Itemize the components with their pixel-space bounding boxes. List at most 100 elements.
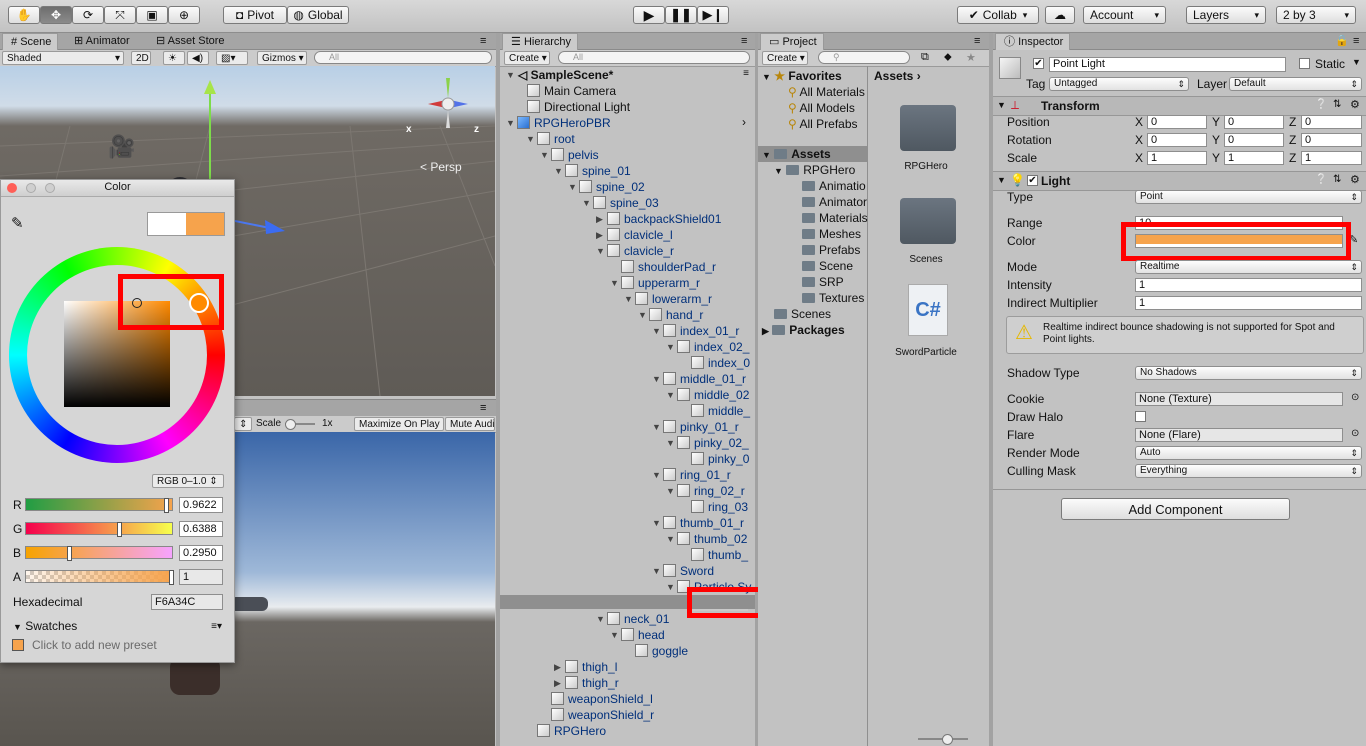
axis-y-label[interactable]: Y (1212, 151, 1220, 165)
triangle-down-icon[interactable]: ▼ (652, 323, 661, 339)
add-preset-swatch[interactable] (12, 639, 24, 651)
z-arrow-icon[interactable] (265, 220, 285, 234)
g-slider[interactable] (25, 522, 173, 537)
favorite-star-icon[interactable]: ★ (966, 51, 976, 64)
g-value-field[interactable]: 0.6388 (179, 521, 223, 537)
folder-large-icon[interactable] (900, 198, 956, 244)
scale-slider-thumb[interactable] (285, 419, 296, 430)
hierarchy-item[interactable]: ▼ pinky_01_r (652, 419, 739, 435)
triangle-down-icon[interactable]: ▼ (582, 195, 591, 211)
hierarchy-item[interactable]: ▶ thigh_r (554, 675, 619, 691)
layers-dropdown[interactable]: Layers (1186, 6, 1266, 24)
cookie-field[interactable]: None (Texture) (1135, 392, 1343, 406)
hierarchy-item[interactable]: pinky_0 (691, 451, 749, 467)
hierarchy-item[interactable]: ▶ backpackShield01 (596, 211, 721, 227)
triangle-down-icon[interactable]: ▼ (568, 179, 577, 195)
grid-item-rpghero[interactable]: RPGHero (873, 161, 979, 172)
b-slider[interactable] (25, 546, 173, 561)
transform-y-field[interactable]: 0 (1224, 133, 1284, 147)
a-slider-thumb[interactable] (169, 570, 174, 585)
hierarchy-item[interactable]: ▼ pinky_02_ (666, 435, 749, 451)
project-menu-icon[interactable]: ≡ (966, 33, 986, 49)
hierarchy-item[interactable]: ▼ thumb_01_r (652, 515, 744, 531)
favorites-header[interactable]: ▼ ★ Favorites (762, 68, 842, 84)
project-splitter[interactable] (867, 66, 868, 746)
triangle-down-icon[interactable]: ▼ (666, 339, 675, 355)
collab-dropdown[interactable]: ✔ Collab (957, 6, 1039, 24)
triangle-down-icon[interactable]: ▼ (610, 275, 619, 291)
transform-z-field[interactable]: 0 (1301, 133, 1362, 147)
hierarchy-item[interactable]: middle_ (691, 403, 750, 419)
rotate-tool-button[interactable]: ⟳ (72, 6, 104, 24)
hierarchy-item[interactable]: ▼ clavicle_r (596, 243, 674, 259)
hierarchy-item[interactable]: ring_03 (691, 499, 748, 515)
global-toggle[interactable]: ◍ Global (287, 6, 349, 24)
hex-field[interactable]: F6A34C (151, 594, 223, 610)
hierarchy-item[interactable]: ▼ head (610, 627, 665, 643)
hierarchy-item[interactable]: ▼ spine_03 (582, 195, 659, 211)
asset-tree-item[interactable]: Scene (802, 258, 853, 274)
rect-tool-button[interactable]: ▣ (136, 6, 168, 24)
project-create-dropdown[interactable]: Create ▾ (762, 51, 808, 65)
orientation-gizmo[interactable] (418, 74, 478, 134)
hierarchy-item[interactable]: ▼ index_01_r (652, 323, 739, 339)
asset-tree-item[interactable]: Prefabs (802, 242, 860, 258)
triangle-down-icon[interactable]: ▼ (506, 115, 515, 131)
gear-icon[interactable]: ⚙ (1350, 98, 1360, 111)
folder-large-icon[interactable] (900, 105, 956, 151)
assets-tree-root[interactable]: ▼ Assets (758, 146, 867, 162)
triangle-right-icon[interactable]: ▶ (554, 659, 561, 675)
triangle-down-icon[interactable]: ▼ (666, 483, 675, 499)
asset-tree-item[interactable]: Scenes (774, 306, 831, 322)
icon-size-slider-thumb[interactable] (942, 734, 953, 745)
triangle-down-icon[interactable]: ▼ (526, 131, 535, 147)
y-arrow-icon[interactable] (204, 80, 216, 94)
shadow-type-dropdown[interactable]: No Shadows (1135, 366, 1362, 380)
static-checkbox[interactable] (1299, 58, 1310, 69)
hierarchy-item[interactable]: goggle (635, 643, 688, 659)
asset-tree-item[interactable]: ▼ RPGHero (774, 162, 855, 178)
object-picker-icon[interactable]: ⊙ (1351, 392, 1359, 403)
account-dropdown[interactable]: Account (1083, 6, 1166, 24)
csharp-script-icon[interactable]: C# (908, 284, 948, 336)
hierarchy-item[interactable]: weaponShield_l (551, 691, 653, 707)
pause-button[interactable]: ❚❚ (665, 6, 697, 24)
swatches-toggle[interactable]: ▼ Swatches (13, 619, 77, 633)
triangle-right-icon[interactable]: ▶ (596, 211, 603, 227)
hierarchy-item[interactable]: ▼ spine_02 (568, 179, 645, 195)
triangle-right-icon[interactable]: ▶ (596, 227, 603, 243)
object-name-field[interactable]: Point Light (1049, 57, 1286, 72)
help-icon[interactable]: ❔ (1315, 99, 1327, 110)
a-value-field[interactable]: 1 (179, 569, 223, 585)
pivot-toggle[interactable]: ◘ Pivot (223, 6, 287, 24)
hierarchy-item[interactable]: ▶ clavicle_l (596, 227, 673, 243)
packages-tree-root[interactable]: ▶ Packages (762, 322, 845, 338)
tag-dropdown[interactable]: Untagged (1049, 77, 1189, 91)
hierarchy-item[interactable]: ▼ ring_01_r (652, 467, 731, 483)
hierarchy-item[interactable]: ▼ root (526, 131, 575, 147)
hierarchy-item[interactable]: ▼ hand_r (638, 307, 703, 323)
draw-halo-checkbox[interactable] (1135, 411, 1146, 422)
axis-x-label[interactable]: X (1135, 151, 1143, 165)
scene-menu-icon[interactable]: ≡ (743, 68, 749, 79)
mute-audio-toggle[interactable]: Mute Audi (445, 417, 495, 431)
triangle-down-icon[interactable]: ▼ (652, 419, 661, 435)
transform-x-field[interactable]: 0 (1147, 115, 1207, 129)
gizmos-dropdown[interactable]: Gizmos ▾ (257, 51, 307, 65)
add-component-button[interactable]: Add Component (1061, 498, 1290, 520)
axis-y-label[interactable]: Y (1212, 133, 1220, 147)
preset-icon[interactable]: ⇅ (1333, 99, 1341, 110)
asset-tree-item[interactable]: SRP (802, 274, 844, 290)
axis-x-label[interactable]: X (1135, 133, 1143, 147)
hierarchy-item[interactable]: ▶ thigh_l (554, 659, 617, 675)
intensity-field[interactable]: 1 (1135, 278, 1362, 292)
hierarchy-item[interactable]: ▼ Sword (652, 563, 714, 579)
r-value-field[interactable]: 0.9622 (179, 497, 223, 513)
transform-x-field[interactable]: 1 (1147, 151, 1207, 165)
type-dropdown[interactable]: Point (1135, 190, 1362, 204)
hierarchy-item[interactable]: Main Camera (527, 83, 616, 99)
hierarchy-item[interactable]: ▼ middle_01_r (652, 371, 746, 387)
hierarchy-item[interactable]: thumb_ (691, 547, 748, 563)
hierarchy-item[interactable]: ▼ lowerarm_r (624, 291, 712, 307)
triangle-down-icon[interactable]: ▼ (596, 243, 605, 259)
